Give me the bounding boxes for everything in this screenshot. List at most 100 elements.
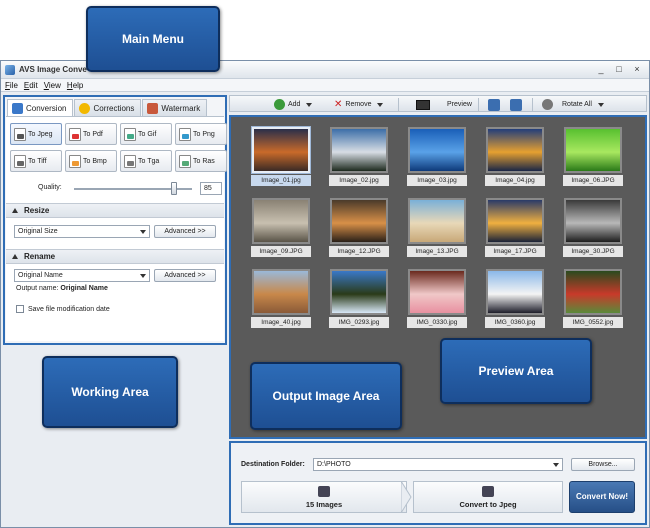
thumbnail-image: [408, 198, 466, 244]
image-thumbnail[interactable]: Image_13.JPG: [407, 198, 467, 258]
callout-main-menu-text: Main Menu: [122, 32, 184, 46]
thumbnail-grid: Image_01.jpg Image_02.jpg Image_03.jpg Imag…: [251, 127, 623, 329]
thumbnail-filename: Image_03.jpg: [407, 175, 467, 186]
resize-section-header[interactable]: Resize: [6, 203, 224, 218]
quality-slider-handle[interactable]: [171, 182, 177, 195]
image-thumbnail[interactable]: IMG_0330.jpg: [407, 269, 467, 329]
output-name-value: Original Name: [60, 285, 108, 292]
callout-output-area: Output Image Area: [250, 362, 402, 430]
destination-folder-field[interactable]: D:\PHOTO: [313, 458, 563, 471]
format-button[interactable]: To Pdf: [65, 123, 117, 145]
thumbnail-image: [252, 198, 310, 244]
target-format-step: Convert to Jpeg: [413, 481, 563, 513]
rename-advanced-button[interactable]: Advanced >>: [154, 269, 216, 282]
quality-value-field[interactable]: 85: [200, 182, 222, 195]
image-thumbnail[interactable]: Image_06.JPG: [563, 127, 623, 187]
rotate-right-button[interactable]: [510, 98, 522, 111]
format-button-label: To Pdf: [83, 130, 103, 138]
resize-dropdown[interactable]: Original Size: [14, 225, 150, 238]
rename-dropdown[interactable]: Original Name: [14, 269, 150, 282]
image-thumbnail[interactable]: Image_17.JPG: [485, 198, 545, 258]
thumbnail-image: [486, 198, 544, 244]
resize-advanced-button[interactable]: Advanced >>: [154, 225, 216, 238]
quality-label: Quality:: [38, 184, 62, 191]
save-date-checkbox[interactable]: [16, 305, 24, 313]
rotate-right-icon: [510, 98, 522, 111]
chevron-down-icon: [377, 102, 384, 107]
thumbnail-filename: IMG_0293.jpg: [329, 317, 389, 328]
image-thumbnail[interactable]: IMG_0360.jpg: [485, 269, 545, 329]
gear-icon: [542, 99, 553, 110]
format-button[interactable]: To Png: [175, 123, 227, 145]
rotate-all-button[interactable]: Rotate All: [542, 98, 604, 111]
thumbnail-filename: Image_40.jpg: [251, 317, 311, 328]
app-window: AVS Image Conve _ □ × File Edit View Hel…: [0, 60, 650, 528]
minimize-button[interactable]: _: [595, 64, 607, 75]
image-thumbnail[interactable]: Image_40.jpg: [251, 269, 311, 329]
tab-label: Watermark: [161, 103, 201, 113]
remove-label: Remove: [345, 101, 372, 108]
add-button[interactable]: Add: [274, 98, 313, 111]
tab-label: Corrections: [93, 103, 135, 113]
format-button[interactable]: To Jpeg: [10, 123, 62, 145]
thumbnail-image: [408, 269, 466, 315]
menu-help[interactable]: Help: [67, 79, 83, 91]
thumbnail-filename: Image_09.JPG: [251, 246, 311, 257]
maximize-button[interactable]: □: [613, 64, 625, 75]
thumbnail-filename: Image_13.JPG: [407, 246, 467, 257]
format-button[interactable]: To Bmp: [65, 150, 117, 172]
image-thumbnail[interactable]: Image_30.JPG: [563, 198, 623, 258]
thumbnail-filename: IMG_0360.jpg: [485, 317, 545, 328]
image-thumbnail[interactable]: Image_02.jpg: [329, 127, 389, 187]
browse-button[interactable]: Browse...: [571, 458, 635, 471]
close-button[interactable]: ×: [631, 64, 643, 75]
thumbnail-filename: IMG_0330.jpg: [407, 317, 467, 328]
image-thumbnail[interactable]: Image_03.jpg: [407, 127, 467, 187]
tab-corrections[interactable]: Corrections: [74, 99, 142, 116]
format-button-label: To Bmp: [83, 157, 107, 165]
image-thumbnail[interactable]: IMG_0293.jpg: [329, 269, 389, 329]
flow-arrow: [401, 481, 412, 513]
image-thumbnail[interactable]: Image_12.JPG: [329, 198, 389, 258]
rename-section-header[interactable]: Rename: [6, 249, 224, 264]
tga-icon: [124, 154, 136, 168]
preview-button[interactable]: Preview: [416, 98, 472, 111]
callout-preview-area: Preview Area: [440, 338, 592, 404]
format-button[interactable]: To Ras: [175, 150, 227, 172]
tab-conversion[interactable]: Conversion: [7, 99, 74, 116]
conversion-summary: 15 Images Convert to Jpeg: [241, 481, 563, 513]
menu-view[interactable]: View: [44, 79, 61, 91]
thumbnail-image: [564, 269, 622, 315]
rotate-left-button[interactable]: [488, 98, 500, 111]
format-button-label: To Gif: [138, 130, 157, 138]
image-thumbnail[interactable]: Image_04.jpg: [485, 127, 545, 187]
remove-button[interactable]: ✕ Remove: [334, 98, 384, 111]
gif-icon: [124, 127, 136, 141]
monitor-icon: [416, 99, 430, 110]
jpeg-icon: [14, 127, 26, 141]
menu-edit[interactable]: Edit: [24, 79, 38, 91]
format-button[interactable]: To Gif: [120, 123, 172, 145]
working-area: Conversion Corrections Watermark To Jpeg…: [3, 95, 227, 345]
chevron-down-icon: [140, 274, 146, 278]
convert-now-button[interactable]: Convert Now!: [569, 481, 635, 513]
resize-header-label: Resize: [24, 206, 50, 215]
image-thumbnail[interactable]: Image_01.jpg: [251, 127, 311, 187]
format-button[interactable]: To Tiff: [10, 150, 62, 172]
image-thumbnail[interactable]: IMG_0552.jpg: [563, 269, 623, 329]
collapse-icon: [12, 208, 18, 213]
toolbar-divider: [478, 98, 479, 111]
format-button[interactable]: To Tga: [120, 150, 172, 172]
thumbnail-image: [564, 127, 622, 173]
tab-bar: Conversion Corrections Watermark: [7, 99, 208, 116]
image-thumbnail[interactable]: Image_09.JPG: [251, 198, 311, 258]
preview-label: Preview: [447, 101, 472, 108]
tab-watermark[interactable]: Watermark: [142, 99, 208, 116]
thumbnail-filename: Image_04.jpg: [485, 175, 545, 186]
watermark-icon: [147, 102, 159, 114]
menu-file[interactable]: File: [5, 79, 18, 91]
thumbnail-image: [486, 269, 544, 315]
format-button-label: To Png: [193, 130, 215, 138]
chevron-down-icon: [140, 230, 146, 234]
chevron-down-icon: [306, 102, 313, 107]
